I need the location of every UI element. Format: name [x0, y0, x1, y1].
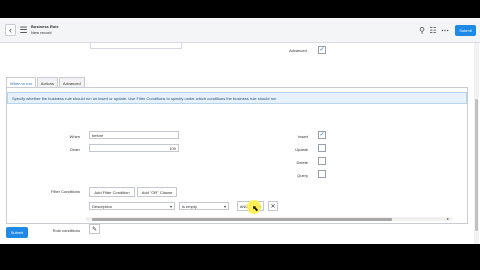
order-input[interactable]: 100	[89, 144, 179, 152]
mouse-cursor-icon: ⬉	[252, 204, 259, 213]
form-subtitle: New record	[31, 30, 52, 35]
query-checkbox[interactable]	[318, 170, 326, 178]
previous-field[interactable]	[90, 43, 182, 49]
add-or-clause-button[interactable]: Add "OR" Clause	[137, 187, 177, 197]
add-filter-condition-button[interactable]: Add Filter Condition	[89, 187, 135, 197]
form-title: Business Rule	[31, 24, 59, 29]
advanced-label: Advanced	[289, 48, 307, 53]
when-label: When	[69, 134, 80, 139]
filter-conditions-label: Filter Conditions	[51, 189, 80, 194]
personalize-button[interactable]: ☷	[429, 24, 437, 36]
when-value: before	[92, 132, 104, 138]
condition-operator-value: is empty	[182, 203, 197, 209]
order-value: 100	[169, 145, 176, 151]
hamburger-icon: ☰	[19, 24, 28, 35]
more-options-button[interactable]: ⋯	[441, 24, 449, 36]
order-label: Order	[69, 147, 80, 152]
attachment-button[interactable]: ⚲	[418, 24, 426, 36]
condition-field-select[interactable]: Description ▾	[89, 202, 175, 210]
condition-field-value: Description	[92, 203, 113, 209]
vertical-scrollbar[interactable]	[474, 43, 479, 244]
close-icon: ✕	[270, 203, 276, 210]
update-label: Update	[295, 147, 308, 152]
query-label: Query	[297, 173, 308, 178]
insert-label: Insert	[297, 134, 308, 139]
dropdown-arrow-icon: ▾	[169, 203, 172, 209]
pencil-icon: ✎	[91, 226, 98, 233]
when-select[interactable]: before	[89, 131, 179, 139]
back-button[interactable]: ‹	[5, 24, 16, 36]
chevron-left-icon: ‹	[9, 25, 12, 35]
info-message: Specify whether the business rule should…	[7, 92, 467, 104]
delete-label: Delete	[296, 160, 308, 165]
submit-button-top[interactable]: Submit	[455, 25, 476, 36]
more-icon: ⋯	[441, 25, 449, 35]
delete-checkbox[interactable]	[318, 157, 326, 165]
horizontal-scroll-thumb[interactable]	[92, 218, 392, 221]
horizontal-scrollbar[interactable]	[86, 217, 452, 221]
remove-condition-button[interactable]: ✕	[268, 201, 278, 211]
vertical-scroll-thumb[interactable]	[475, 99, 478, 231]
form-header: ‹ ☰ Business Rule New record ⚲ ☷ ⋯ Submi…	[0, 18, 480, 43]
dropdown-arrow-icon: ▾	[223, 203, 226, 209]
submit-button-bottom[interactable]: Submit	[6, 227, 28, 238]
paperclip-icon: ⚲	[419, 25, 425, 35]
update-checkbox[interactable]	[318, 144, 326, 152]
insert-checkbox[interactable]: ✓	[318, 131, 326, 139]
advanced-checkbox[interactable]: ✓	[318, 46, 326, 54]
sliders-icon: ☷	[429, 25, 437, 35]
role-conditions-label: Role conditions	[52, 228, 80, 233]
menu-button[interactable]: ☰	[19, 24, 28, 36]
scroll-right-icon[interactable]: ▸	[447, 216, 449, 221]
app-window: ‹ ☰ Business Rule New record ⚲ ☷ ⋯ Submi…	[0, 18, 480, 244]
condition-operator-select[interactable]: is empty ▾	[179, 202, 229, 210]
role-conditions-edit-button[interactable]: ✎	[89, 224, 100, 234]
